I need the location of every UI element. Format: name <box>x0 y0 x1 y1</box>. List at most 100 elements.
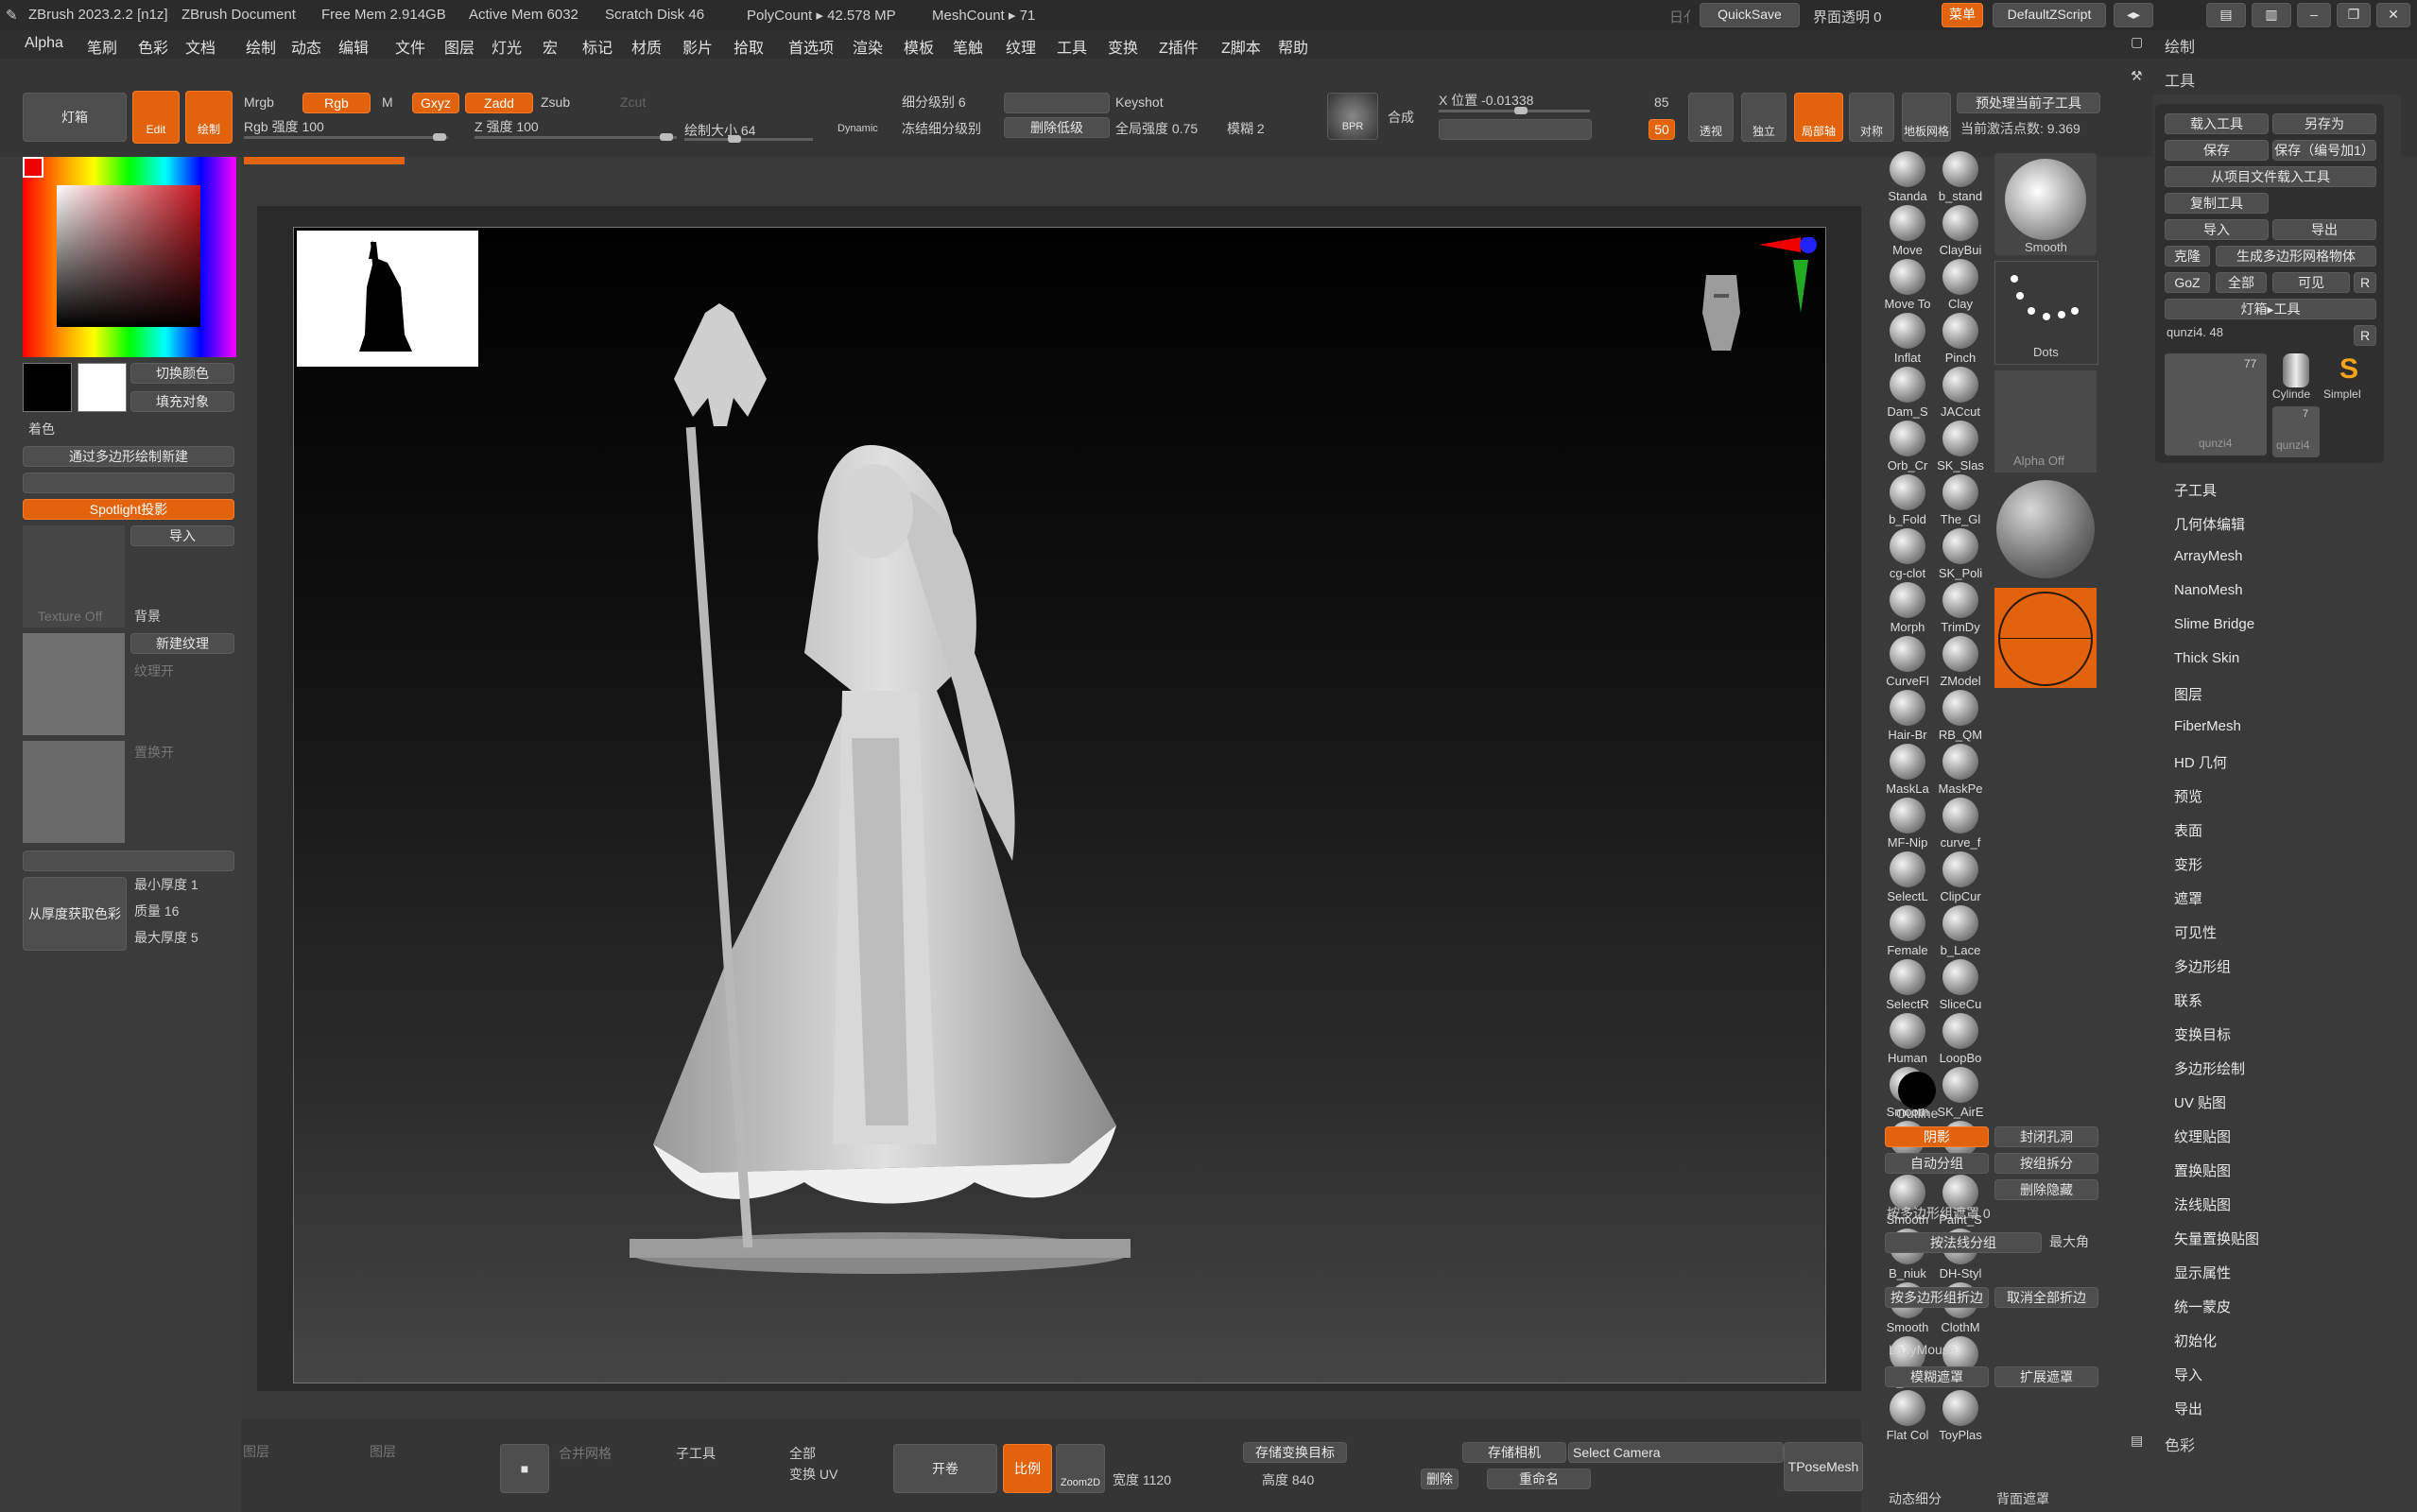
menu-item-19[interactable]: 纹理 <box>1006 35 1036 58</box>
delete-camera-button[interactable]: 删除 <box>1421 1469 1459 1489</box>
close-icon[interactable]: ✕ <box>2376 3 2410 27</box>
blur-mask-button[interactable]: 模糊遮罩 <box>1885 1366 1989 1387</box>
max-angle-label[interactable]: 最大角 <box>2049 1232 2089 1251</box>
blank-left-button[interactable] <box>23 472 234 493</box>
r-button[interactable]: R <box>2354 272 2376 293</box>
visible-button[interactable]: 可见 <box>2272 272 2350 293</box>
normal-group-button[interactable]: 按法线分组 <box>1885 1232 2042 1253</box>
store-target-button[interactable]: 存储变换目标 <box>1243 1442 1347 1463</box>
subpalette-item-24[interactable]: 统一蒙皮 <box>2174 1297 2231 1316</box>
zadd-button[interactable]: Zadd <box>465 93 533 113</box>
alpha-preview[interactable]: Alpha Off <box>1994 370 2097 472</box>
brush-1[interactable]: b_stand <box>1934 151 1987 204</box>
new-texture-button[interactable]: 新建纹理 <box>130 633 234 654</box>
menu-item-18[interactable]: 笔触 <box>953 35 983 58</box>
subpalette-item-20[interactable]: 置换贴图 <box>2174 1160 2231 1180</box>
zoom2d-button[interactable]: Zoom2D <box>1056 1444 1105 1493</box>
blank-left-button-2[interactable] <box>23 850 234 871</box>
lightbox-tool-button[interactable]: 灯箱▸工具 <box>2165 299 2376 319</box>
mrgb-label[interactable]: Mrgb <box>244 94 274 110</box>
draw-header[interactable]: 绘制 <box>2165 34 2195 57</box>
character-model[interactable] <box>615 294 1145 1277</box>
transform-uv-label[interactable]: 变换 UV <box>789 1465 837 1484</box>
subpalette-item-18[interactable]: UV 贴图 <box>2174 1092 2226 1112</box>
brush-8[interactable]: Dam_S <box>1881 367 1934 420</box>
m-label[interactable]: M <box>382 94 393 110</box>
close-holes-button[interactable]: 封闭孔洞 <box>1994 1126 2098 1147</box>
local-axis-button[interactable]: 局部轴 <box>1794 93 1843 142</box>
width-value[interactable]: 宽度 1120 <box>1113 1470 1171 1489</box>
save-increment-button[interactable]: 保存（编号加1） <box>2272 140 2376 161</box>
subpalette-item-7[interactable]: FiberMesh <box>2174 718 2241 734</box>
all-label[interactable]: 全部 <box>789 1444 816 1463</box>
menu-item-0[interactable]: Alpha <box>25 35 63 52</box>
subpalette-item-14[interactable]: 多边形组 <box>2174 956 2231 976</box>
menu-item-17[interactable]: 模板 <box>904 35 934 58</box>
menu-item-14[interactable]: 拾取 <box>734 35 764 58</box>
solo-button[interactable]: 独立 <box>1741 93 1787 142</box>
value-85[interactable]: 85 <box>1654 94 1669 110</box>
z-intensity-slider[interactable] <box>475 133 677 141</box>
menu-item-8[interactable]: 图层 <box>444 35 475 58</box>
brush-19[interactable]: ZModel <box>1934 636 1987 689</box>
brush-21[interactable]: RB_QM <box>1934 690 1987 743</box>
layer-label-1[interactable]: 图层 <box>243 1442 269 1461</box>
texture-swatch[interactable] <box>23 633 125 735</box>
draw-size[interactable]: 绘制大小 64 <box>684 121 755 140</box>
brush-23[interactable]: MaskPe <box>1934 744 1987 797</box>
export-tool-button[interactable]: 导出 <box>2272 219 2376 240</box>
subpalette-item-5[interactable]: Thick Skin <box>2174 650 2239 666</box>
brush-10[interactable]: Orb_Cr <box>1881 421 1934 473</box>
rgb-intensity[interactable]: Rgb 强度 100 <box>244 117 324 136</box>
brush-28[interactable]: Female <box>1881 905 1934 958</box>
poly-new-button[interactable]: 通过多边形绘制新建 <box>23 446 234 467</box>
edit-button[interactable]: Edit <box>132 91 180 144</box>
brush-47[interactable]: ToyPlas <box>1934 1390 1987 1443</box>
subpalette-item-1[interactable]: 几何体编辑 <box>2174 514 2245 534</box>
split-group-button[interactable]: 按组拆分 <box>1994 1153 2098 1174</box>
z-intensity[interactable]: Z 强度 100 <box>475 117 539 136</box>
all-button[interactable]: 全部 <box>2216 272 2267 293</box>
goz-button[interactable]: GoZ <box>2165 272 2210 293</box>
brush-18[interactable]: CurveFl <box>1881 636 1934 689</box>
brush-30[interactable]: SelectR <box>1881 959 1934 1012</box>
menu-item-20[interactable]: 工具 <box>1057 35 1087 58</box>
menu-item-21[interactable]: 变换 <box>1108 35 1138 58</box>
material-preview[interactable] <box>1994 588 2097 688</box>
subpalette-item-25[interactable]: 初始化 <box>2174 1331 2217 1350</box>
floor-grid-button[interactable]: 地板网格 <box>1902 93 1951 142</box>
brush-2[interactable]: Move <box>1881 205 1934 258</box>
rgb-intensity-slider[interactable] <box>244 133 448 141</box>
menu-item-15[interactable]: 首选项 <box>788 35 834 58</box>
menu-item-6[interactable]: 编辑 <box>338 35 369 58</box>
cylinder-tool[interactable]: Cylinde <box>2272 353 2320 401</box>
menu-item-3[interactable]: 文档 <box>185 35 216 58</box>
simple-brush-tool[interactable]: S SimpleI <box>2323 353 2374 401</box>
brush-12[interactable]: b_Fold <box>1881 474 1934 527</box>
zsub-label[interactable]: Zsub <box>541 94 570 110</box>
thickness-color-button[interactable]: 从厚度获取色彩 <box>23 877 127 951</box>
value-50[interactable]: 50 <box>1649 119 1675 140</box>
open-roll-button[interactable]: 开卷 <box>893 1444 997 1493</box>
store-camera-button[interactable]: 存储相机 <box>1462 1442 1566 1463</box>
switch-color-button[interactable]: 切换颜色 <box>130 363 234 384</box>
orientation-head-icon[interactable] <box>1693 266 1750 360</box>
subpalette-item-15[interactable]: 联系 <box>2174 990 2202 1010</box>
subpalette-item-26[interactable]: 导入 <box>2174 1365 2202 1384</box>
brush-6[interactable]: Inflat <box>1881 313 1934 366</box>
3d-viewport[interactable] <box>293 227 1826 1383</box>
brush-46[interactable]: Flat Col <box>1881 1390 1934 1443</box>
qunzi-slider-label[interactable]: qunzi4. 48 <box>2167 325 2223 339</box>
menu-item-10[interactable]: 宏 <box>543 35 558 58</box>
rgb-button[interactable]: Rgb <box>302 93 371 113</box>
zcut-label[interactable]: Zcut <box>620 94 646 110</box>
ratio-button[interactable]: 比例 <box>1003 1444 1052 1493</box>
delete-lower-button[interactable]: 删除低级 <box>1004 117 1110 138</box>
smooth-preview[interactable]: Smooth <box>1994 153 2097 255</box>
displacement-swatch[interactable] <box>23 741 125 843</box>
brush-33[interactable]: LoopBo <box>1934 1013 1987 1066</box>
layout2-icon[interactable]: ▤ <box>2206 3 2246 27</box>
make-polymesh-button[interactable]: 生成多边形网格物体 <box>2216 246 2376 266</box>
brush-26[interactable]: SelectL <box>1881 851 1934 904</box>
menu-item-2[interactable]: 色彩 <box>138 35 168 58</box>
